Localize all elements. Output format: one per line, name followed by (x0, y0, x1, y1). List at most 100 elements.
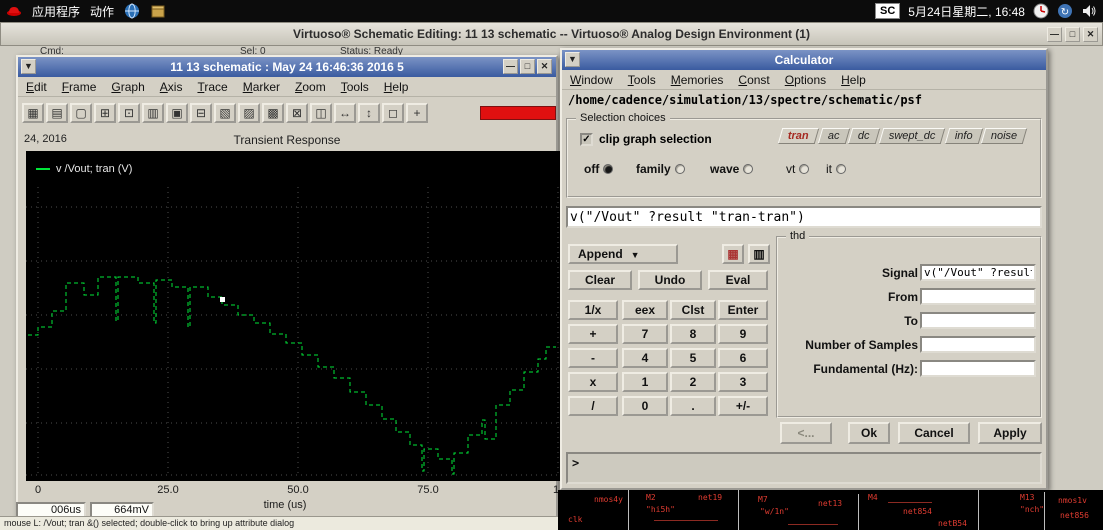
toolbar-icon-button[interactable]: ⊟ (190, 103, 212, 123)
taskbar-clock[interactable]: 5月24日星期二, 16:48 (908, 3, 1025, 20)
tab-swept-dc[interactable]: swept_dc (878, 128, 946, 144)
radio-vt[interactable]: vt (786, 162, 810, 176)
expression-input[interactable] (566, 206, 1042, 228)
menu-tools[interactable]: Tools (341, 80, 369, 94)
key-1[interactable]: 1 (622, 372, 668, 392)
toolbar-icon-button[interactable]: ▨ (238, 103, 260, 123)
number-of-samples-input[interactable] (920, 336, 1036, 353)
waveform-titlebar[interactable]: ▼ 11 13 schematic : May 24 16:46:36 2016… (18, 57, 556, 77)
toolbar-icon-button[interactable]: ▥ (142, 103, 164, 123)
minimize-button[interactable]: — (1047, 27, 1062, 42)
trace-legend[interactable]: v /Vout; tran (V) (36, 163, 132, 175)
toolbar-icon-button[interactable]: ▢ (70, 103, 92, 123)
key-5[interactable]: 5 (670, 348, 716, 368)
redhat-icon[interactable] (6, 3, 22, 19)
calculator-titlebar[interactable]: ▼ Calculator (562, 50, 1046, 70)
actions-menu[interactable]: 动作 (90, 3, 114, 20)
wave-close-button[interactable]: ✕ (537, 59, 552, 74)
key-4[interactable]: 4 (622, 348, 668, 368)
radio-it[interactable]: it (826, 162, 846, 176)
key-0[interactable]: 0 (622, 396, 668, 416)
toolbar-icon-button[interactable]: ↕ (358, 103, 380, 123)
menu-options[interactable]: Options (785, 73, 826, 87)
toolbar-icon-button[interactable]: ▧ (214, 103, 236, 123)
from-input[interactable] (920, 288, 1036, 305)
eval-button[interactable]: Eval (708, 270, 768, 290)
toolbar-icon-button[interactable]: ⊞ (94, 103, 116, 123)
key-point[interactable]: . (670, 396, 716, 416)
append-dropdown[interactable]: Append ▼ (568, 244, 678, 264)
volume-icon[interactable] (1081, 3, 1097, 19)
waveform-marker[interactable] (220, 297, 225, 302)
toolbar-icon-button[interactable]: ↔ (334, 103, 356, 123)
wave-minimize-button[interactable]: — (503, 59, 518, 74)
key-multiply[interactable]: x (568, 372, 618, 392)
table-view-icon[interactable]: ▦ (722, 244, 744, 264)
signal-input[interactable] (920, 264, 1036, 281)
clock-icon[interactable] (1033, 3, 1049, 19)
window-menu-icon[interactable]: ▼ (21, 59, 36, 74)
apply-button[interactable]: Apply (978, 422, 1042, 444)
key-plus[interactable]: + (568, 324, 618, 344)
key-enter[interactable]: Enter (718, 300, 768, 320)
menu-window[interactable]: Window (570, 73, 613, 87)
menu-help[interactable]: Help (841, 73, 866, 87)
maximize-button[interactable]: □ (1065, 27, 1080, 42)
toolbar-icon-button[interactable]: ◻ (382, 103, 404, 123)
menu-zoom[interactable]: Zoom (295, 80, 326, 94)
tab-tran[interactable]: tran (777, 128, 820, 144)
package-icon[interactable] (150, 3, 166, 19)
menu-tools[interactable]: Tools (628, 73, 656, 87)
key-minus[interactable]: - (568, 348, 618, 368)
menu-graph[interactable]: Graph (111, 80, 144, 94)
toolbar-icon-button[interactable]: ⊡ (118, 103, 140, 123)
radio-off[interactable]: off (584, 162, 614, 176)
ok-button[interactable]: Ok (848, 422, 890, 444)
toolbar-icon-button[interactable]: + (406, 103, 428, 123)
key-3[interactable]: 3 (718, 372, 768, 392)
key-eex[interactable]: eex (622, 300, 668, 320)
menu-edit[interactable]: Edit (26, 80, 47, 94)
message-area[interactable]: > (566, 452, 1042, 484)
tab-dc[interactable]: dc (848, 128, 881, 144)
window-menu-icon[interactable]: ▼ (565, 52, 580, 67)
toolbar-icon-button[interactable]: ▩ (262, 103, 284, 123)
to-input[interactable] (920, 312, 1036, 329)
key-7[interactable]: 7 (622, 324, 668, 344)
radio-family[interactable]: family (636, 162, 685, 176)
back-button[interactable]: <... (780, 422, 832, 444)
key-sign[interactable]: +/- (718, 396, 768, 416)
toolbar-icon-button[interactable]: ▣ (166, 103, 188, 123)
menu-trace[interactable]: Trace (197, 80, 227, 94)
tab-noise[interactable]: noise (980, 128, 1028, 144)
toolbar-icon-button[interactable]: ⊠ (286, 103, 308, 123)
column-view-icon[interactable]: ▥ (748, 244, 770, 264)
toolbar-icon-button[interactable]: ◫ (310, 103, 332, 123)
menu-const[interactable]: Const (738, 73, 769, 87)
menu-memories[interactable]: Memories (671, 73, 724, 87)
cancel-button[interactable]: Cancel (898, 422, 970, 444)
toolbar-icon-button[interactable]: ▦ (22, 103, 44, 123)
key-9[interactable]: 9 (718, 324, 768, 344)
key-8[interactable]: 8 (670, 324, 716, 344)
menu-frame[interactable]: Frame (62, 80, 97, 94)
tab-ac[interactable]: ac (817, 128, 850, 144)
key-clst[interactable]: Clst (670, 300, 716, 320)
clip-graph-selection-checkbox[interactable]: ✓ clip graph selection (580, 132, 712, 146)
toolbar-icon-button[interactable]: ▤ (46, 103, 68, 123)
undo-button[interactable]: Undo (638, 270, 702, 290)
key-6[interactable]: 6 (718, 348, 768, 368)
plot-area[interactable]: v /Vout; tran (V) (26, 151, 560, 481)
close-button[interactable]: ✕ (1083, 27, 1098, 42)
key-divide[interactable]: / (568, 396, 618, 416)
key-1x[interactable]: 1/x (568, 300, 618, 320)
tab-info[interactable]: info (944, 128, 983, 144)
menu-axis[interactable]: Axis (160, 80, 183, 94)
wave-maximize-button[interactable]: □ (520, 59, 535, 74)
clear-button[interactable]: Clear (568, 270, 632, 290)
waveform-canvas[interactable] (26, 187, 560, 477)
input-method-indicator[interactable]: SC (874, 3, 901, 19)
key-2[interactable]: 2 (670, 372, 716, 392)
applications-menu[interactable]: 应用程序 (32, 3, 80, 20)
menu-help[interactable]: Help (384, 80, 409, 94)
